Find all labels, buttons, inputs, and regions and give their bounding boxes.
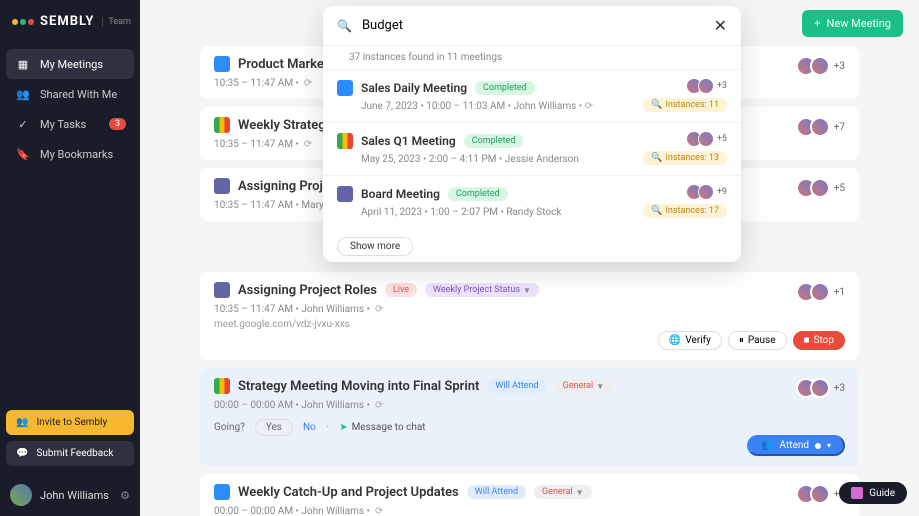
tag-pill[interactable]: Weekly Project Status ▼ bbox=[425, 283, 539, 297]
teams-icon bbox=[214, 282, 230, 298]
stop-button[interactable]: ■Stop bbox=[793, 331, 845, 350]
nav-my-meetings[interactable]: ▦ My Meetings bbox=[6, 49, 134, 79]
close-icon[interactable]: ✕ bbox=[714, 16, 727, 35]
attendees[interactable]: +5 bbox=[690, 131, 727, 147]
will-attend-badge: Will Attend bbox=[487, 379, 546, 393]
chat-icon: 💬 bbox=[16, 448, 28, 459]
search-result[interactable]: Sales Q1 Meeting Completed May 25, 2023 … bbox=[323, 122, 741, 175]
refresh-icon: ⟳ bbox=[304, 139, 312, 150]
guide-button[interactable]: Guide bbox=[839, 482, 907, 504]
live-badge: Live bbox=[385, 283, 417, 297]
user-avatar bbox=[10, 484, 32, 506]
current-user[interactable]: John Williams ⚙ bbox=[0, 474, 140, 516]
pause-icon: ⏸ bbox=[739, 335, 744, 346]
invite-button[interactable]: 👥 Invite to Sembly bbox=[6, 410, 134, 435]
new-meeting-button[interactable]: + New Meeting bbox=[802, 10, 903, 37]
refresh-icon: ⟳ bbox=[375, 304, 383, 315]
refresh-icon: ⟳ bbox=[375, 400, 383, 411]
plus-icon: + bbox=[814, 17, 820, 30]
search-input[interactable] bbox=[362, 18, 704, 33]
attendees[interactable]: +9 bbox=[690, 184, 727, 200]
verify-button[interactable]: 🌐Verify bbox=[658, 331, 722, 350]
stop-icon: ■ bbox=[804, 335, 810, 346]
people-icon: 👥 bbox=[16, 87, 30, 101]
search-panel: 🔍 ✕ 37 instances found in 11 meetings Sa… bbox=[323, 6, 741, 262]
refresh-icon: ⟳ bbox=[375, 506, 383, 516]
meet-icon bbox=[214, 117, 230, 133]
going-yes[interactable]: Yes bbox=[255, 419, 293, 436]
status-badge: Completed bbox=[448, 187, 508, 201]
calendar-icon: ▦ bbox=[16, 57, 30, 71]
guide-icon bbox=[851, 487, 863, 499]
attend-button[interactable]: 👥Attend▾ bbox=[747, 435, 845, 456]
meet-icon bbox=[337, 133, 353, 149]
going-no[interactable]: No bbox=[303, 422, 316, 433]
settings-icon[interactable]: ⚙ bbox=[120, 489, 130, 502]
tasks-badge: 3 bbox=[109, 118, 126, 130]
zoom-icon bbox=[214, 484, 230, 500]
bookmark-icon: 🔖 bbox=[16, 147, 30, 161]
attendees[interactable]: +3 bbox=[802, 378, 845, 398]
meeting-link[interactable]: meet.google.com/vdz-jvxu-xxs bbox=[214, 319, 845, 330]
nav-shared[interactable]: 👥 Shared With Me bbox=[6, 79, 134, 109]
tag-pill[interactable]: General ▼ bbox=[555, 379, 613, 393]
attendees[interactable]: +1 bbox=[802, 282, 845, 302]
zoom-icon bbox=[214, 56, 230, 72]
logo: SEMBLY Team bbox=[0, 0, 140, 43]
nav-tasks[interactable]: ✓ My Tasks 3 bbox=[6, 109, 134, 139]
meet-icon bbox=[214, 378, 230, 394]
attendees[interactable]: +3 bbox=[802, 56, 845, 76]
instances-badge[interactable]: 🔍 Instances: 11 bbox=[643, 98, 727, 112]
meeting-card[interactable]: Weekly Catch-Up and Project Updates Will… bbox=[200, 474, 859, 516]
status-badge: Completed bbox=[464, 134, 524, 148]
check-icon: ✓ bbox=[16, 117, 30, 131]
nav-bookmarks[interactable]: 🔖 My Bookmarks bbox=[6, 139, 134, 169]
sidebar: SEMBLY Team ▦ My Meetings 👥 Shared With … bbox=[0, 0, 140, 516]
refresh-icon: ⟳ bbox=[585, 101, 593, 112]
attend-icon: 👥 bbox=[761, 440, 773, 451]
pause-button[interactable]: ⏸Pause bbox=[728, 331, 787, 350]
search-result[interactable]: Board Meeting Completed April 11, 2023 •… bbox=[323, 175, 741, 228]
status-badge: Completed bbox=[475, 81, 535, 95]
will-attend-badge: Will Attend bbox=[467, 485, 526, 499]
teams-icon bbox=[214, 178, 230, 194]
message-chat-button[interactable]: ➤Message to chat bbox=[339, 422, 425, 433]
zoom-icon bbox=[337, 80, 353, 96]
attendees[interactable]: +7 bbox=[802, 117, 845, 137]
meeting-card[interactable]: Strategy Meeting Moving into Final Sprin… bbox=[200, 368, 859, 466]
search-icon: 🔍 bbox=[337, 19, 352, 33]
tag-pill[interactable]: General ▼ bbox=[534, 485, 592, 499]
globe-icon: 🌐 bbox=[669, 335, 681, 346]
instances-badge[interactable]: 🔍 Instances: 13 bbox=[643, 151, 727, 165]
search-result[interactable]: Sales Daily Meeting Completed June 7, 20… bbox=[323, 69, 741, 122]
show-more-button[interactable]: Show more bbox=[337, 237, 413, 256]
instances-badge[interactable]: 🔍 Instances: 17 bbox=[643, 204, 727, 218]
send-icon: ➤ bbox=[339, 422, 347, 433]
feedback-button[interactable]: 💬 Submit Feedback bbox=[6, 441, 134, 466]
attendees[interactable]: +3 bbox=[690, 78, 727, 94]
search-summary: 37 instances found in 11 meetings bbox=[323, 46, 741, 69]
meeting-card[interactable]: Assigning Project Roles Live Weekly Proj… bbox=[200, 272, 859, 360]
teams-icon bbox=[337, 186, 353, 202]
add-user-icon: 👥 bbox=[16, 417, 28, 428]
attendees[interactable]: +5 bbox=[802, 178, 845, 198]
refresh-icon: ⟳ bbox=[304, 78, 312, 89]
